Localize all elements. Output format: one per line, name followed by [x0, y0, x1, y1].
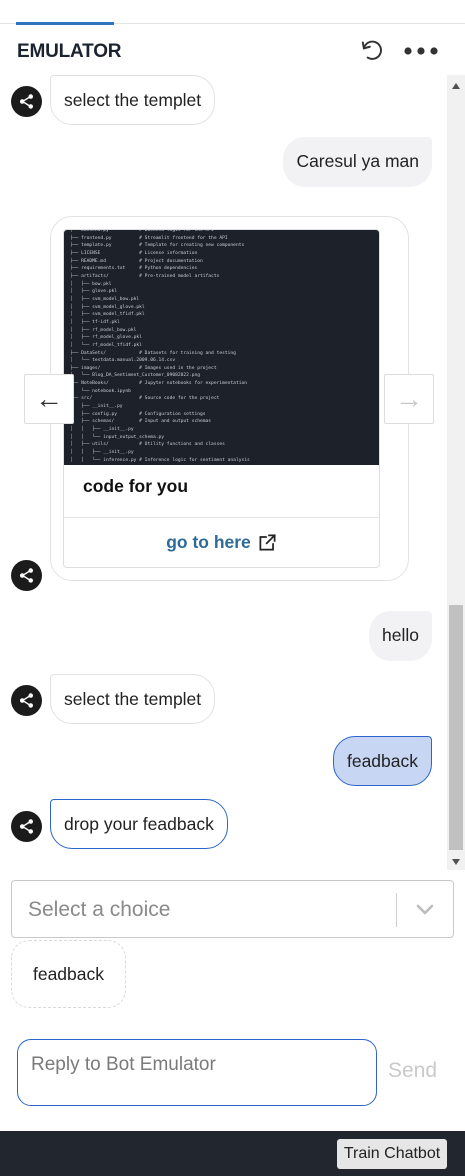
- chat-scrollbar[interactable]: [447, 75, 465, 870]
- bot-message-latest: drop your feadback: [50, 799, 228, 849]
- user-message-selected: feadback: [332, 736, 432, 786]
- code-screenshot-text: ├── backend.py # Backend logic for the A…: [70, 229, 250, 463]
- train-chatbot-button[interactable]: Train Chatbot: [337, 1139, 447, 1169]
- bot-avatar: [11, 86, 42, 117]
- message-text: hello: [382, 625, 419, 645]
- user-message: Caresul ya man: [283, 137, 432, 187]
- user-message: hello: [369, 611, 432, 661]
- message-text: Caresul ya man: [296, 151, 419, 171]
- quick-reply-chip[interactable]: feadback: [11, 940, 126, 1008]
- more-options-button[interactable]: [402, 38, 440, 64]
- more-horizontal-icon: [404, 47, 438, 55]
- footer-bar: Train Chatbot: [0, 1131, 465, 1176]
- bot-message: select the templet: [50, 674, 216, 724]
- send-button[interactable]: Send: [388, 1059, 437, 1083]
- share-icon: [19, 94, 34, 109]
- message-text: select the templet: [64, 689, 202, 709]
- share-icon: [19, 568, 34, 583]
- card-divider: [64, 517, 379, 518]
- bot-avatar: [11, 811, 42, 842]
- top-tab-strip: [0, 0, 465, 25]
- bot-message: select the templet: [50, 75, 216, 125]
- card-image: ├── backend.py # Backend logic for the A…: [64, 229, 379, 465]
- bot-avatar: [11, 685, 42, 716]
- carousel-next-button[interactable]: →: [384, 374, 434, 424]
- reply-input[interactable]: [17, 1039, 377, 1106]
- chevron-down-icon[interactable]: [413, 899, 437, 921]
- chat-transcript[interactable]: select the templet Caresul ya man ├── ba…: [0, 75, 447, 870]
- select-placeholder: Select a choice: [28, 898, 171, 921]
- scrollbar-thumb[interactable]: [449, 605, 463, 850]
- scroll-up-arrow[interactable]: [452, 83, 460, 89]
- card-title: code for you: [83, 476, 189, 496]
- message-text: select the templet: [64, 90, 202, 110]
- external-link-icon: [259, 533, 276, 550]
- emulator-header: EMULATOR: [0, 25, 465, 75]
- card-link-label: go to here: [166, 531, 251, 552]
- bot-avatar: [11, 560, 42, 591]
- select-separator: [396, 893, 397, 927]
- card-link-button[interactable]: go to here: [64, 529, 379, 555]
- undo-icon: [361, 40, 382, 60]
- reset-button[interactable]: [358, 36, 386, 64]
- share-icon: [19, 693, 34, 708]
- carousel-prev-button[interactable]: ←: [24, 374, 74, 424]
- choice-select[interactable]: Select a choice: [11, 880, 454, 938]
- emulator-title: EMULATOR: [17, 41, 122, 62]
- message-text: drop your feadback: [64, 814, 214, 834]
- share-icon: [19, 819, 34, 834]
- message-text: feadback: [346, 751, 418, 771]
- scroll-down-arrow[interactable]: [452, 859, 460, 865]
- carousel-card: ├── backend.py # Backend logic for the A…: [63, 229, 380, 568]
